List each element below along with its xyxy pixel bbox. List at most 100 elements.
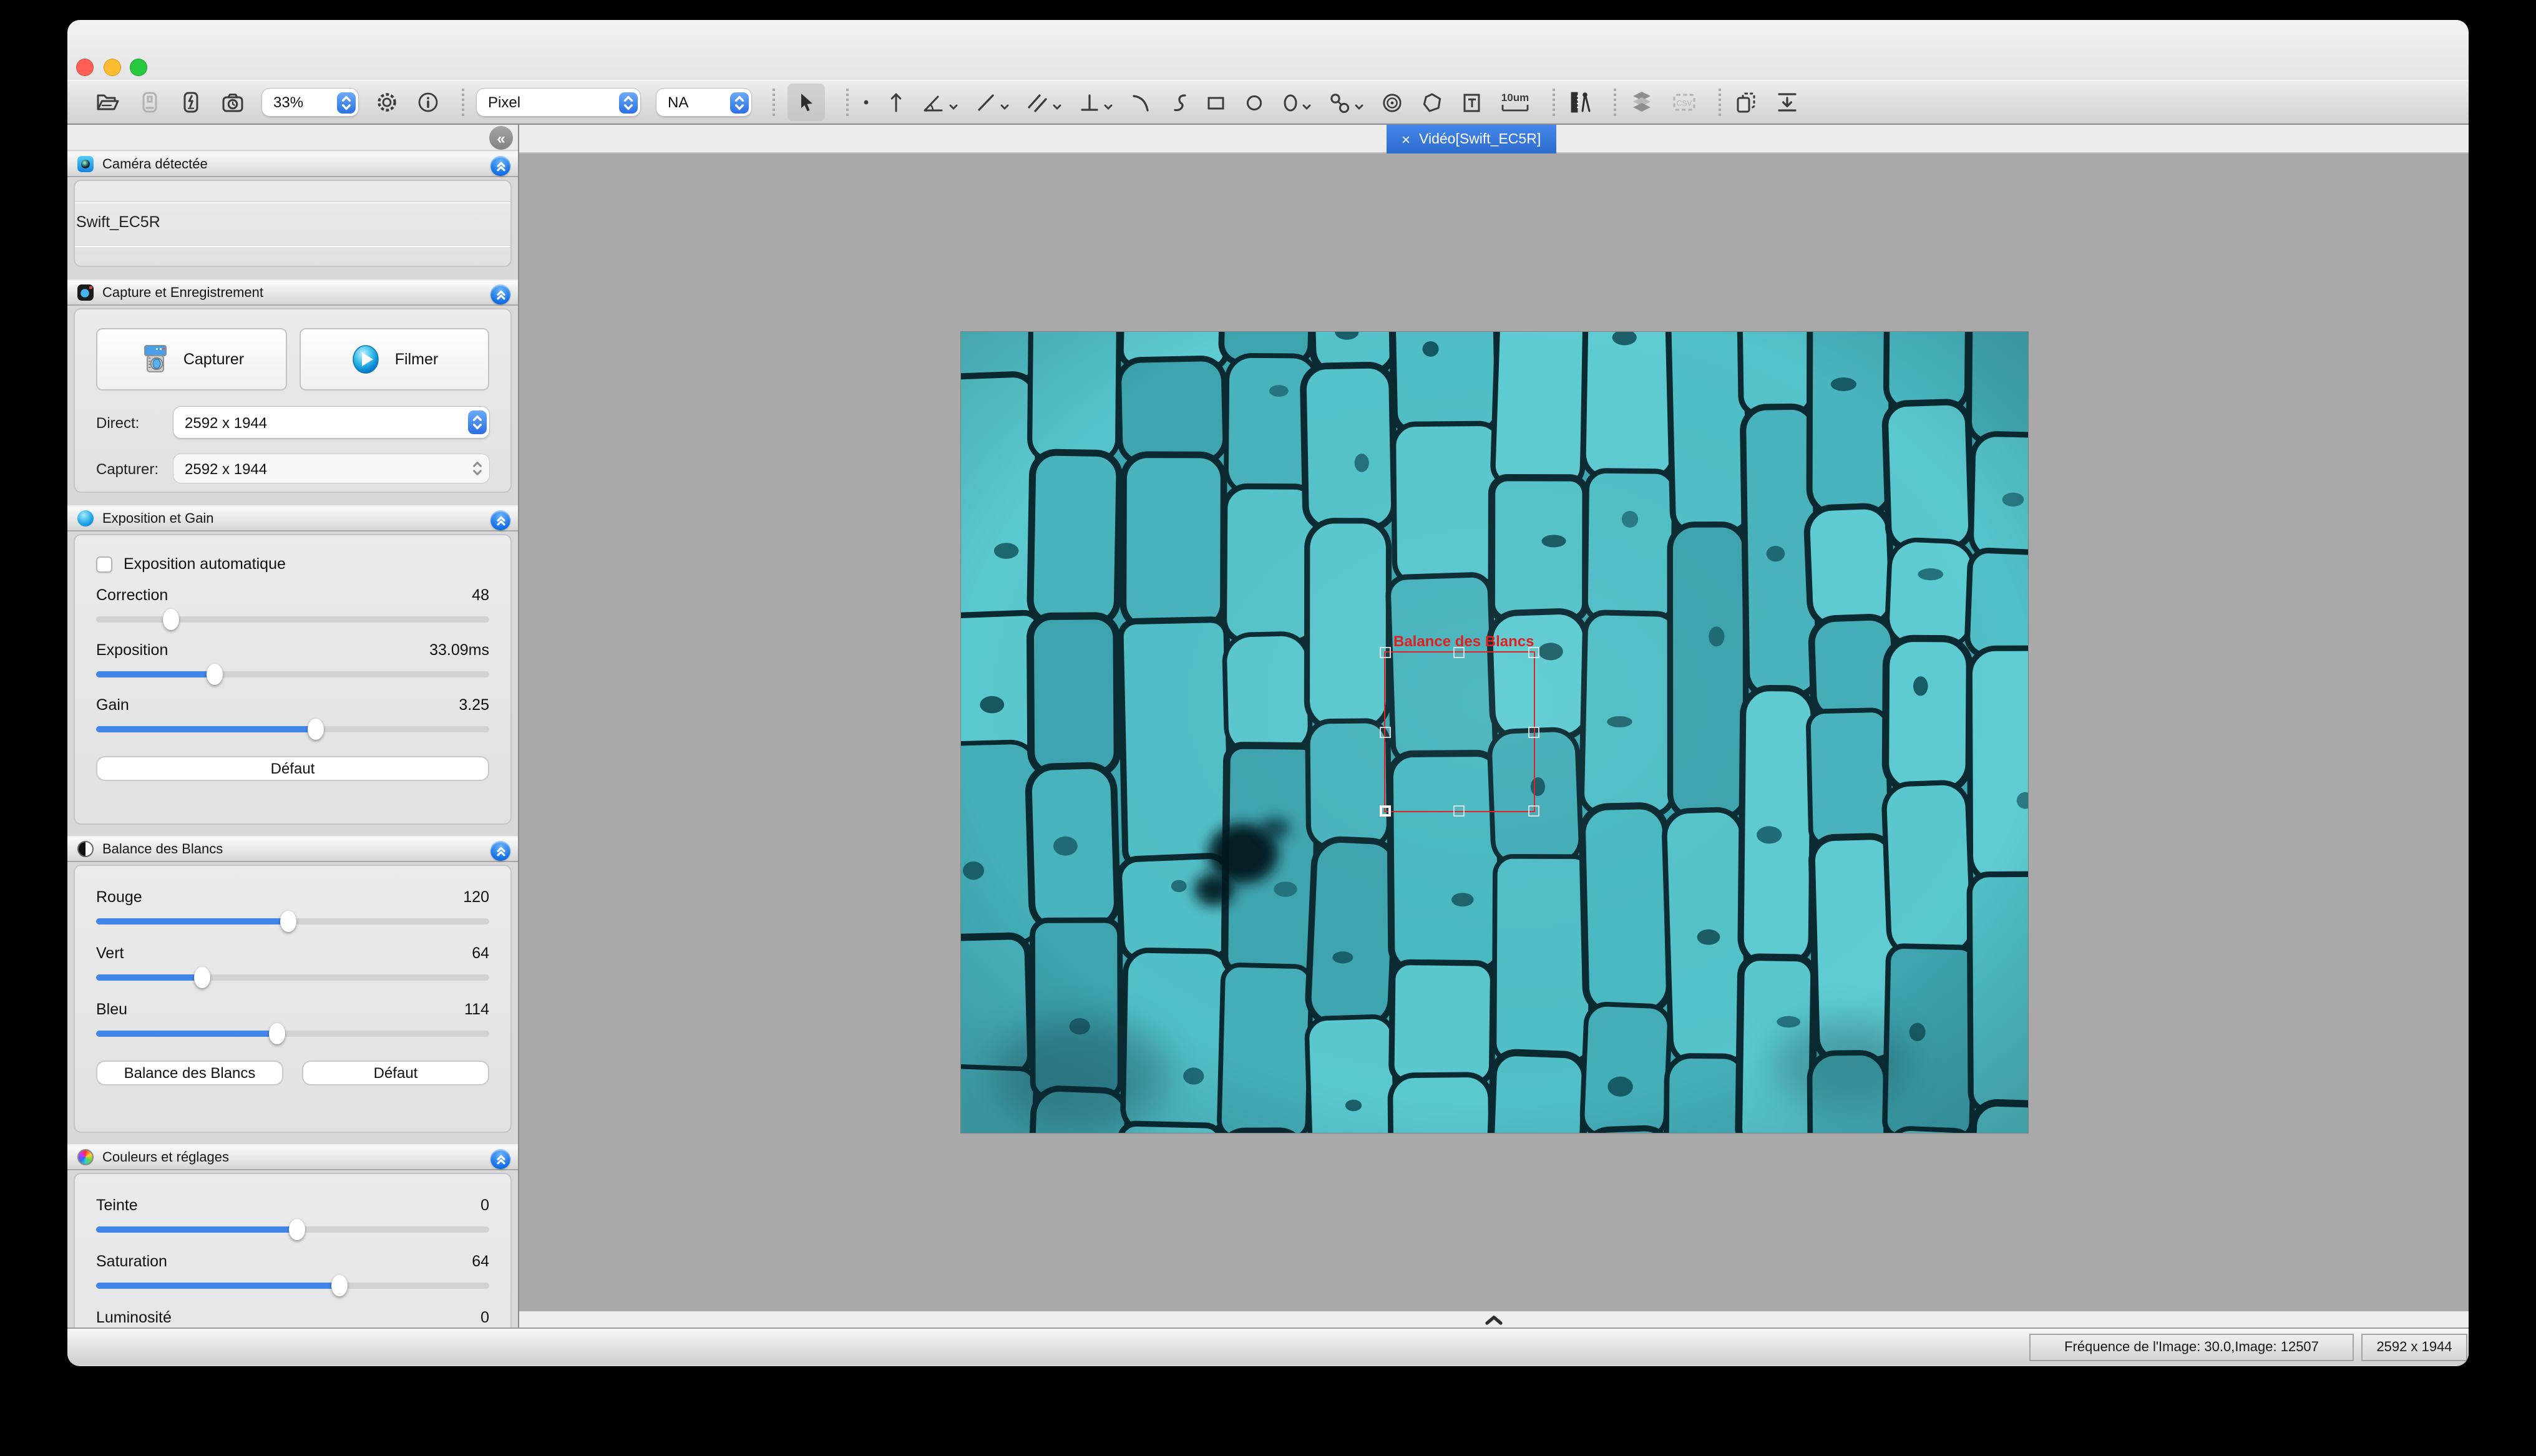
line-tool[interactable]	[975, 85, 1010, 120]
slider-thumb[interactable]	[163, 609, 179, 630]
gear-icon[interactable]	[374, 85, 399, 120]
gain-slider[interactable]	[96, 719, 489, 740]
roi-handle[interactable]	[1453, 647, 1465, 658]
folder-open-icon[interactable]	[95, 85, 121, 120]
camera-name[interactable]: Swift_EC5R	[76, 213, 160, 231]
na-select[interactable]: NA	[656, 89, 751, 116]
layers-icon[interactable]	[1629, 85, 1655, 120]
slider-thumb[interactable]	[281, 911, 297, 932]
tab-close-icon[interactable]: ×	[1402, 132, 1410, 147]
stepper-icon[interactable]	[336, 92, 355, 113]
slider-thumb[interactable]	[269, 1023, 285, 1044]
slider-value: 64	[472, 1253, 489, 1270]
stepper-icon[interactable]	[467, 410, 486, 434]
flatten-icon[interactable]	[1775, 85, 1800, 120]
target-tool[interactable]	[1380, 85, 1404, 120]
curve-tool[interactable]	[1168, 85, 1188, 120]
collapse-panel-button[interactable]	[490, 840, 510, 860]
slider-thumb[interactable]	[308, 719, 324, 740]
panel-header[interactable]: Exposition et Gain	[67, 505, 518, 531]
unit-select[interactable]: Pixel	[477, 89, 640, 116]
stepper-icon[interactable]	[729, 92, 748, 113]
roi-handle[interactable]	[1379, 805, 1390, 817]
collapse-panel-button[interactable]	[490, 1148, 510, 1168]
roi-handle[interactable]	[1528, 726, 1539, 737]
panel-header[interactable]: Balance des Blancs	[67, 836, 518, 862]
scalebar-tool[interactable]: 10um	[1499, 85, 1531, 120]
slider-label: Teinte	[96, 1196, 138, 1214]
capture-resolution-select[interactable]: 2592 x 1944	[173, 454, 489, 483]
polygon-tool[interactable]	[1420, 85, 1444, 120]
copy-icon[interactable]	[1734, 85, 1758, 120]
blue-slider[interactable]	[96, 1023, 489, 1044]
ellipse-tool[interactable]	[1282, 85, 1312, 120]
roi-handle[interactable]	[1379, 726, 1390, 737]
measure-icon[interactable]	[1568, 85, 1592, 120]
colors-icon	[77, 1149, 94, 1165]
viewer-canvas[interactable]: Balance des Blancs	[519, 153, 2469, 1311]
panel-header[interactable]: Caméra détectée	[67, 151, 518, 177]
zoom-select[interactable]: 33%	[262, 89, 358, 116]
parallel-lines-tool[interactable]	[1026, 85, 1062, 120]
collapse-panel-button[interactable]	[490, 155, 510, 175]
slider-thumb[interactable]	[194, 967, 210, 988]
record-button[interactable]: Filmer	[299, 328, 489, 391]
point-tool[interactable]	[861, 85, 871, 120]
perpendicular-tool[interactable]	[1078, 85, 1113, 120]
panel-colors: Couleurs et réglages Teinte 0	[67, 1144, 518, 1327]
red-slider[interactable]	[96, 911, 489, 932]
bottom-panel-toggle[interactable]	[519, 1311, 2469, 1327]
stepper-icon[interactable]	[618, 92, 637, 113]
tab-video[interactable]: × Vidéo[Swift_EC5R]	[1387, 125, 1556, 153]
timed-capture-icon[interactable]	[220, 85, 246, 120]
auto-exposure-checkbox[interactable]	[96, 556, 112, 572]
collapse-panel-button[interactable]	[490, 284, 510, 304]
toolbar: 33% Pixel NA	[67, 80, 2469, 125]
csv-export-icon[interactable]: CSV	[1671, 85, 1697, 120]
live-resolution-value: 2592 x 1944	[173, 414, 267, 431]
slider-thumb[interactable]	[332, 1275, 348, 1296]
arc-tool[interactable]	[1129, 85, 1152, 120]
sidebar-collapse-button[interactable]: «	[489, 126, 513, 150]
slider-thumb[interactable]	[206, 664, 222, 685]
angle-tool[interactable]	[921, 85, 958, 120]
exposure-slider[interactable]	[96, 664, 489, 685]
hue-slider[interactable]	[96, 1219, 489, 1240]
live-resolution-select[interactable]: 2592 x 1944	[173, 407, 489, 438]
collapse-panel-button[interactable]	[490, 510, 510, 530]
white-balance-button[interactable]: Balance des Blancs	[96, 1060, 283, 1085]
info-icon[interactable]	[416, 85, 441, 120]
panel-header[interactable]: Couleurs et réglages	[67, 1144, 518, 1170]
zoom-button[interactable]	[130, 59, 147, 76]
correction-slider[interactable]	[96, 609, 489, 630]
linked-circles-tool[interactable]	[1328, 85, 1364, 120]
rectangle-tool[interactable]	[1204, 85, 1227, 120]
white-balance-roi[interactable]: Balance des Blancs	[1383, 651, 1534, 812]
exposure-gain-icon	[77, 510, 94, 527]
roi-handle[interactable]	[1528, 805, 1539, 817]
roi-handle[interactable]	[1379, 647, 1390, 658]
svg-text:10um: 10um	[1501, 92, 1529, 104]
green-slider[interactable]	[96, 967, 489, 988]
pointer-tool[interactable]	[788, 84, 825, 121]
title-bar[interactable]	[67, 20, 2469, 80]
slider-value: 64	[472, 944, 489, 962]
slider-thumb[interactable]	[288, 1219, 305, 1240]
exposure-default-button[interactable]: Défaut	[96, 756, 489, 781]
wb-default-button[interactable]: Défaut	[302, 1060, 489, 1085]
stepper-icon[interactable]	[467, 458, 486, 479]
saturation-slider[interactable]	[96, 1275, 489, 1296]
save-icon[interactable]	[137, 85, 162, 120]
camera-detected-icon	[77, 156, 94, 172]
circle-tool[interactable]	[1243, 85, 1266, 120]
minimize-button[interactable]	[103, 59, 120, 76]
capture-button[interactable]: Capturer	[96, 328, 286, 391]
roi-handle[interactable]	[1528, 647, 1539, 658]
panel-header[interactable]: Capture et Enregistrement	[67, 279, 518, 306]
roi-handle[interactable]	[1453, 805, 1465, 817]
video-frame[interactable]: Balance des Blancs	[960, 332, 2027, 1133]
text-tool[interactable]	[1460, 85, 1483, 120]
close-button[interactable]	[76, 59, 94, 76]
arrow-tool[interactable]	[887, 85, 905, 120]
flash-capture-icon[interactable]	[178, 85, 203, 120]
